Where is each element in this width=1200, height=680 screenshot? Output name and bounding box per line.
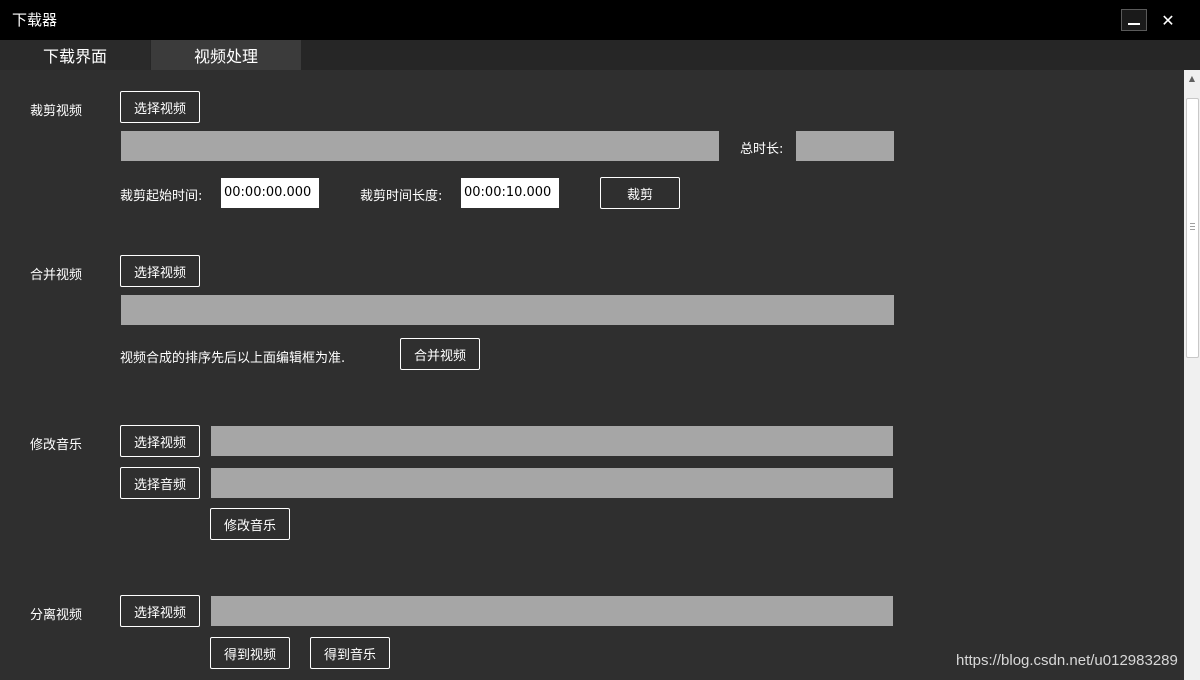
crop-length-input[interactable] [461,178,559,208]
tab-download[interactable]: 下载界面 [0,40,150,70]
grip-icon [1190,223,1195,232]
music-select-audio-button[interactable]: 选择音频 [120,467,200,499]
merge-select-video-button[interactable]: 选择视频 [120,255,200,287]
tab-video-processing[interactable]: 视频处理 [151,40,301,70]
minimize-icon [1128,23,1140,25]
app-window: 下载器 ✕ 下载界面 视频处理 裁剪视频 选择视频 总时长: 裁剪起始时间: 裁… [0,0,1200,680]
video-processing-panel: 裁剪视频 选择视频 总时长: 裁剪起始时间: 裁剪时间长度: 裁剪 合并视频 选… [0,70,1184,680]
crop-select-video-button[interactable]: 选择视频 [120,91,200,123]
music-audio-path-field[interactable] [211,468,893,498]
separate-video-path-field[interactable] [211,596,893,626]
crop-button[interactable]: 裁剪 [600,177,680,209]
merge-videos-button[interactable]: 合并视频 [400,338,480,370]
crop-section-label: 裁剪视频 [30,104,83,119]
window-title: 下载器 [12,11,58,29]
get-video-button[interactable]: 得到视频 [210,637,290,669]
vertical-scrollbar[interactable]: ▲ [1184,70,1200,680]
music-video-path-field[interactable] [211,426,893,456]
crop-length-label: 裁剪时间长度: [360,189,443,204]
close-button[interactable]: ✕ [1155,9,1181,31]
title-bar: 下载器 ✕ [0,0,1200,40]
separate-section-label: 分离视频 [30,608,83,623]
music-select-video-button[interactable]: 选择视频 [120,425,200,457]
crop-video-path-field[interactable] [121,131,719,161]
total-duration-label: 总时长: [740,142,784,157]
get-music-button[interactable]: 得到音乐 [310,637,390,669]
merge-section-label: 合并视频 [30,268,83,283]
merge-video-paths-field[interactable] [121,295,894,325]
total-duration-field[interactable] [796,131,894,161]
close-icon: ✕ [1161,10,1175,30]
scroll-up-arrow-icon[interactable]: ▲ [1184,70,1200,86]
music-section-label: 修改音乐 [30,438,83,453]
tab-bar: 下载界面 视频处理 [0,40,1200,70]
scrollbar-thumb[interactable] [1186,98,1199,358]
crop-start-input[interactable] [221,178,319,208]
crop-start-label: 裁剪起始时间: [120,189,203,204]
watermark-text: https://blog.csdn.net/u012983289 [956,652,1178,669]
minimize-button[interactable] [1121,9,1147,31]
change-music-button[interactable]: 修改音乐 [210,508,290,540]
separate-select-video-button[interactable]: 选择视频 [120,595,200,627]
merge-order-note: 视频合成的排序先后以上面编辑框为准. [120,351,346,366]
